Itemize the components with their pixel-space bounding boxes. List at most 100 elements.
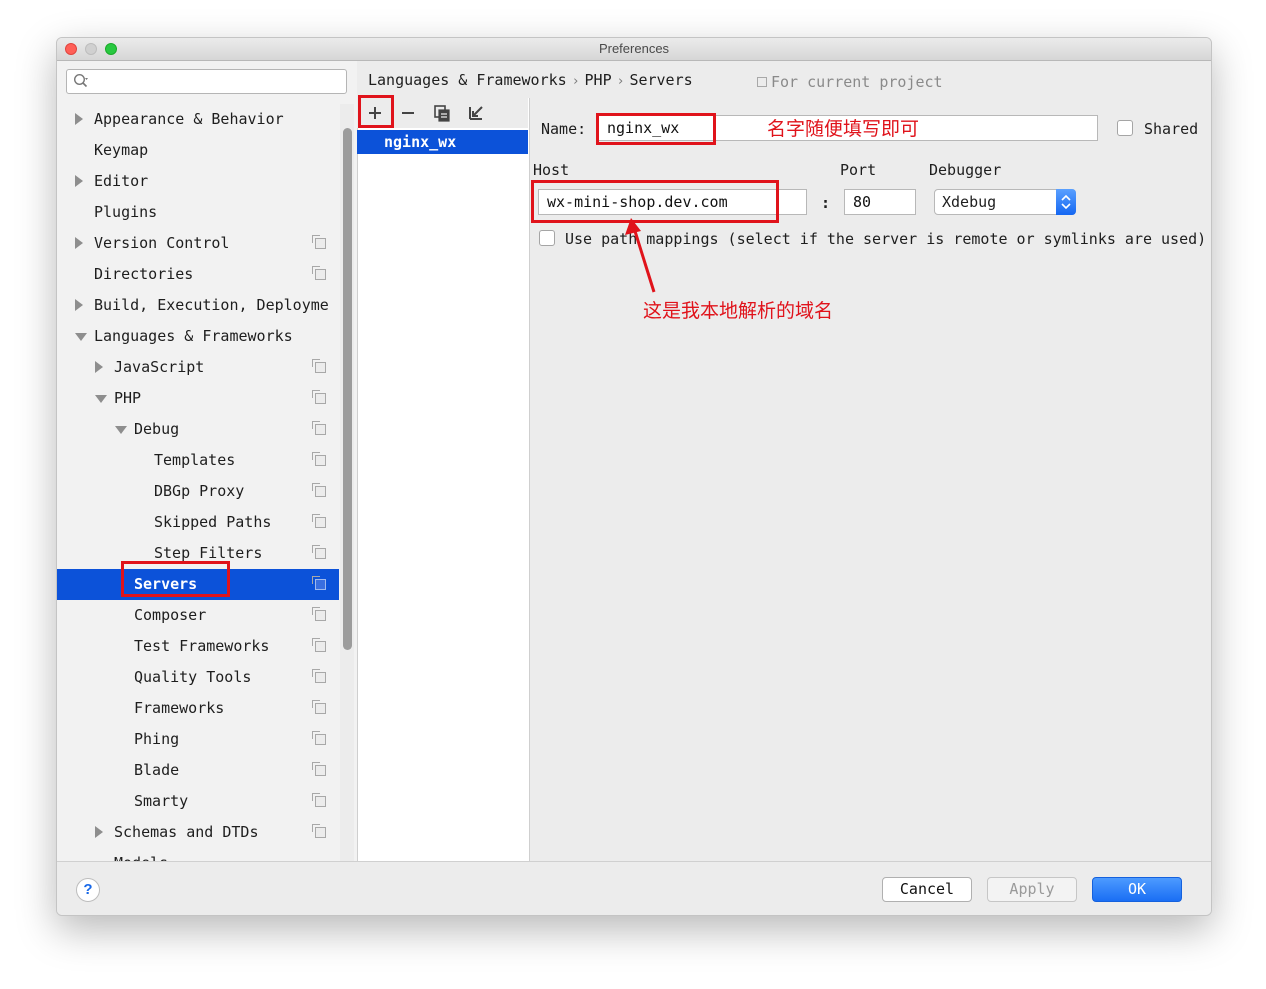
tree-item-dbgp-proxy[interactable]: DBGp Proxy xyxy=(57,476,339,507)
project-scope-label: For current project xyxy=(771,73,943,91)
debugger-select[interactable]: Xdebug xyxy=(934,189,1076,215)
tree-item-schemas-and-dtds[interactable]: Schemas and DTDs xyxy=(57,817,339,848)
tree-item-label: Test Frameworks xyxy=(134,637,270,655)
project-scope-icon xyxy=(312,452,326,466)
chevron-right-icon[interactable] xyxy=(95,361,103,373)
search-input[interactable] xyxy=(97,72,341,92)
debugger-value: Xdebug xyxy=(942,193,997,211)
chevron-down-icon[interactable] xyxy=(75,333,87,341)
add-button-highlight xyxy=(358,95,394,128)
project-scope-icon xyxy=(312,266,326,280)
breadcrumb-item: PHP xyxy=(584,71,612,89)
host-label: Host xyxy=(533,161,570,179)
tree-item-plugins[interactable]: Plugins xyxy=(57,197,339,228)
tree-item-frameworks[interactable]: Frameworks xyxy=(57,693,339,724)
chevron-down-icon[interactable] xyxy=(95,395,107,403)
path-mappings-checkbox[interactable] xyxy=(539,230,555,246)
tree-item-templates[interactable]: Templates xyxy=(57,445,339,476)
preferences-window: Preferences Appearance & Behavior Keymap E… xyxy=(56,37,1212,916)
chevron-right-icon[interactable] xyxy=(75,175,83,187)
tree-item-label: Quality Tools xyxy=(134,668,252,686)
tree-item-javascript[interactable]: JavaScript xyxy=(57,352,339,383)
project-scope-icon xyxy=(312,731,326,745)
debugger-label: Debugger xyxy=(929,161,1002,179)
tree-item-quality-tools[interactable]: Quality Tools xyxy=(57,662,339,693)
ok-button[interactable]: OK xyxy=(1092,877,1182,902)
tree-item-test-frameworks[interactable]: Test Frameworks xyxy=(57,631,339,662)
tree-item-skipped-paths[interactable]: Skipped Paths xyxy=(57,507,339,538)
tree-item-label: Blade xyxy=(134,761,180,779)
tree-item-label: Composer xyxy=(134,606,207,624)
project-scope-icon xyxy=(312,762,326,776)
project-scope-icon xyxy=(312,235,326,249)
name-annotation: 名字随便填写即可 xyxy=(767,118,920,140)
project-scope-icon xyxy=(312,421,326,435)
tree-item-label: Editor xyxy=(94,172,149,190)
project-scope-icon xyxy=(312,390,326,404)
chevron-right-icon[interactable] xyxy=(75,299,83,311)
tree-item-debug[interactable]: Debug xyxy=(57,414,339,445)
select-stepper[interactable] xyxy=(1056,189,1076,215)
project-scope-icon xyxy=(312,700,326,714)
settings-search[interactable] xyxy=(66,69,347,94)
tree-item-editor[interactable]: Editor xyxy=(57,166,339,197)
sidebar-scrollbar-thumb[interactable] xyxy=(343,128,352,650)
import-icon[interactable] xyxy=(465,102,487,124)
chevron-down-icon[interactable] xyxy=(115,426,127,434)
tree-item-appearance-behavior[interactable]: Appearance & Behavior xyxy=(57,104,339,135)
window-title: Preferences xyxy=(598,41,670,56)
name-label: Name: xyxy=(541,120,587,138)
project-scope-icon xyxy=(312,545,326,559)
help-icon[interactable]: ? xyxy=(76,878,100,902)
remove-icon[interactable] xyxy=(397,102,419,124)
tree-item-label: Debug xyxy=(134,420,180,438)
tree-item-label: Smarty xyxy=(134,792,189,810)
tree-item-phing[interactable]: Phing xyxy=(57,724,339,755)
tree-item-languages-frameworks[interactable]: Languages & Frameworks xyxy=(57,321,339,352)
chevron-right-icon[interactable] xyxy=(95,826,103,838)
tree-item-label: Models xyxy=(114,848,168,861)
host-field-highlight xyxy=(531,180,779,223)
shared-checkbox[interactable] xyxy=(1117,120,1133,136)
tree-item-version-control[interactable]: Version Control xyxy=(57,228,339,259)
copy-icon[interactable] xyxy=(431,102,453,124)
tree-item-models[interactable]: Models xyxy=(57,848,339,861)
project-scope-note: For current project xyxy=(757,73,943,91)
tree-item-php[interactable]: PHP xyxy=(57,383,339,414)
host-port-separator: : xyxy=(821,194,831,212)
breadcrumb-item: Servers xyxy=(629,71,693,89)
dialog-footer: ? Cancel Apply OK xyxy=(57,861,1211,915)
breadcrumb: Languages & Frameworks › PHP › Servers xyxy=(368,71,693,89)
project-scope-icon xyxy=(312,576,326,590)
server-name: nginx_wx xyxy=(384,133,457,151)
settings-sidebar: Appearance & Behavior Keymap Editor Plugins… xyxy=(57,61,357,861)
tree-item-label: Phing xyxy=(134,730,180,748)
tree-item-label: Schemas and DTDs xyxy=(114,823,259,841)
search-icon xyxy=(73,73,88,88)
tree-item-label: DBGp Proxy xyxy=(154,482,245,500)
breadcrumb-separator: › xyxy=(616,74,625,89)
tree-item-label: PHP xyxy=(114,389,142,407)
tree-item-composer[interactable]: Composer xyxy=(57,600,339,631)
settings-tree: Appearance & Behavior Keymap Editor Plugins… xyxy=(57,104,339,861)
chevron-right-icon[interactable] xyxy=(75,113,83,125)
shared-label: Shared xyxy=(1144,120,1199,138)
server-list-item[interactable]: nginx_wx xyxy=(357,130,528,154)
tree-item-keymap[interactable]: Keymap xyxy=(57,135,339,166)
tree-item-blade[interactable]: Blade xyxy=(57,755,339,786)
servers-item-highlight xyxy=(121,561,230,597)
tree-item-smarty[interactable]: Smarty xyxy=(57,786,339,817)
tree-item-label: Skipped Paths xyxy=(154,513,272,531)
tree-item-label: Appearance & Behavior xyxy=(94,110,284,128)
tree-item-directories[interactable]: Directories xyxy=(57,259,339,290)
chevron-up-down-icon xyxy=(1061,194,1071,210)
host-annotation: 这是我本地解析的域名 xyxy=(643,300,834,322)
project-scope-icon xyxy=(312,607,326,621)
apply-button[interactable]: Apply xyxy=(987,877,1077,902)
chevron-right-icon[interactable] xyxy=(75,237,83,249)
port-field[interactable] xyxy=(844,189,916,215)
cancel-button[interactable]: Cancel xyxy=(882,877,972,902)
project-scope-icon xyxy=(312,359,326,373)
tree-item-label: Version Control xyxy=(94,234,230,252)
tree-item-build-execution-deployme[interactable]: Build, Execution, Deployme xyxy=(57,290,339,321)
